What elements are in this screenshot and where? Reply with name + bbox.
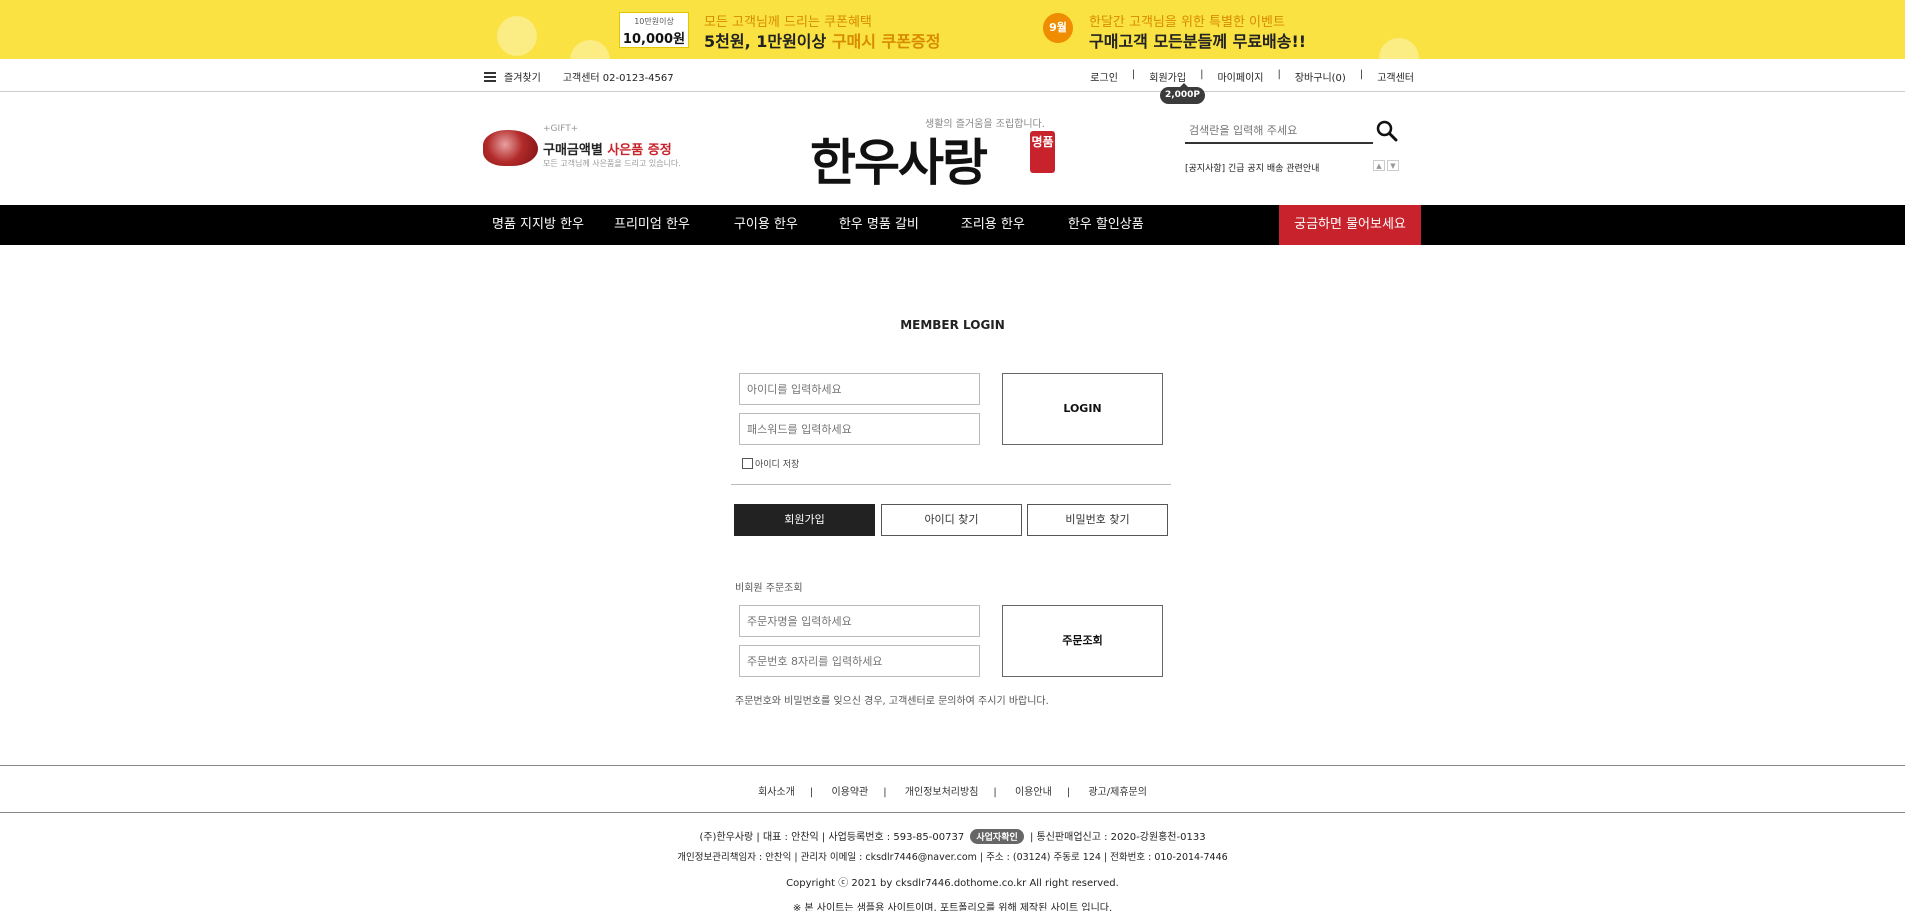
footer-link-about[interactable]: 회사소개 — [758, 787, 795, 798]
footer-link-terms[interactable]: 이용약관 — [831, 787, 868, 798]
nav-ask-button[interactable]: 궁금하면 물어보세요 — [1279, 205, 1421, 245]
id-input[interactable] — [739, 373, 980, 405]
nav-item-jijibang[interactable]: 명품 지지방 한우 — [492, 205, 584, 245]
save-id-option[interactable]: 아이디 저장 — [742, 457, 799, 470]
nav-item-cooking[interactable]: 조리용 한우 — [961, 205, 1025, 245]
promo1-title-main: 5천원, 1만원이상 — [704, 32, 832, 51]
utility-links: 로그인 | 회원가입 | 마이페이지 | 장바구니(0) | 고객센터 — [1090, 69, 1414, 84]
decor-circle — [497, 16, 537, 56]
cart-link[interactable]: 장바구니(0) — [1295, 69, 1346, 84]
bookmark-link[interactable]: 즐겨찾기 — [504, 69, 541, 84]
coupon-amount: 10,000원 — [622, 32, 686, 47]
order-number-input[interactable] — [739, 645, 980, 677]
decor-circle — [1379, 38, 1419, 59]
site-logo[interactable]: 생활의 즐거움을 조립합니다. 한우사랑 명품 — [810, 113, 1060, 192]
disclaimer: ※ 본 사이트는 샘플용 사이트이며, 포트폴리오를 위해 제작된 사이트 입니… — [792, 903, 1113, 911]
login-link[interactable]: 로그인 — [1090, 69, 1118, 84]
notice-arrows: ▲ ▼ — [1373, 160, 1399, 171]
separator: | — [1359, 69, 1364, 80]
decor-circle — [570, 40, 610, 59]
find-id-button[interactable]: 아이디 찾기 — [881, 504, 1022, 536]
separator: | — [1066, 787, 1071, 798]
gift-title-highlight: 사은품 증정 — [607, 143, 672, 158]
guest-order-note: 주문번호와 비밀번호를 잊으신 경우, 고객센터로 문의하여 주시기 바랍니다. — [735, 696, 1049, 707]
nav-item-galbi[interactable]: 한우 명품 갈비 — [839, 205, 919, 245]
search-box — [1185, 118, 1400, 146]
cs-link[interactable]: 고객센터 — [1377, 69, 1414, 84]
page: 10만원이상 10,000원 모든 고객님께 드리는 쿠폰혜택 5천원, 1만원… — [0, 0, 1905, 911]
separator: | — [883, 787, 887, 798]
cs-phone: 고객센터 02-0123-4567 — [562, 73, 674, 84]
search-icon[interactable] — [1376, 120, 1398, 142]
notice-up-icon[interactable]: ▲ — [1373, 160, 1385, 171]
separator: | — [1131, 69, 1136, 80]
beef-image — [483, 130, 538, 166]
company-info-line: (주)한우사랑 | 대표 : 안찬익 | 사업등록번호 : 593-85-007… — [0, 828, 1905, 844]
nav-items: 명품 지지방 한우 프리미엄 한우 구이용 한우 한우 명품 갈비 조리용 한우… — [492, 205, 1144, 245]
notice-ticker[interactable]: [공지사항] 긴급 공지 배송 관련안내 — [1185, 161, 1319, 174]
notice-down-icon[interactable]: ▼ — [1387, 160, 1399, 171]
separator: | — [993, 787, 997, 798]
join-button[interactable]: 회원가입 — [734, 504, 875, 536]
month-badge: 9월 — [1043, 13, 1073, 43]
nav-item-grill[interactable]: 구이용 한우 — [734, 205, 798, 245]
separator: | — [809, 787, 814, 798]
login-button[interactable]: LOGIN — [1002, 373, 1163, 445]
footer-links: 회사소개 | 이용약관 | 개인정보처리방침 | 이용안내 | 광고/제휴문의 — [0, 783, 1905, 798]
top-promo-banner[interactable]: 10만원이상 10,000원 모든 고객님께 드리는 쿠폰혜택 5천원, 1만원… — [0, 0, 1905, 59]
join-point-badge: 2,000P — [1160, 83, 1205, 104]
guest-order-title: 비회원 주문조회 — [735, 583, 803, 594]
promo2-title: 구매고객 모든분들께 무료배송!! — [1089, 32, 1307, 51]
copyright: Copyright ⓒ 2021 by cksdlr7446.dothome.c… — [786, 878, 1119, 889]
gift-title-main: 구매금액별 — [543, 143, 608, 158]
save-id-checkbox[interactable] — [742, 458, 753, 469]
biz-verify-button[interactable]: 사업자확인 — [970, 829, 1024, 844]
search-input[interactable] — [1185, 118, 1373, 144]
utility-bar: 즐겨찾기 고객센터 02-0123-4567 로그인 | 회원가입 | 마이페이지 |… — [0, 59, 1905, 92]
promo1-title: 5천원, 1만원이상 구매시 쿠폰증정 — [704, 28, 940, 52]
order-lookup-button[interactable]: 주문조회 — [1002, 605, 1163, 677]
mypage-link[interactable]: 마이페이지 — [1217, 69, 1263, 84]
company-info-registration: | 통신판매업신고 : 2020-강원홍천-0133 — [1029, 832, 1206, 843]
footer-nav: 회사소개 | 이용약관 | 개인정보처리방침 | 이용안내 | 광고/제휴문의 — [0, 765, 1905, 813]
company-info-main: (주)한우사랑 | 대표 : 안찬익 | 사업등록번호 : 593-85-007… — [699, 832, 965, 843]
menu-icon[interactable] — [484, 71, 496, 82]
join-link[interactable]: 회원가입 — [1149, 69, 1186, 84]
nav-item-sale[interactable]: 한우 할인상품 — [1068, 205, 1144, 245]
footer-link-privacy[interactable]: 개인정보처리방침 — [905, 787, 979, 798]
promo1-title-highlight: 구매시 쿠폰증정 — [831, 32, 941, 51]
divider — [731, 484, 1171, 485]
orderer-name-input[interactable] — [739, 605, 980, 637]
logo-seal: 명품 — [1030, 131, 1055, 173]
gift-subtext: 모든 고객님께 사은품을 드리고 있습니다. — [543, 159, 681, 168]
logo-text: 한우사랑 — [810, 133, 988, 192]
company-contact-line: 개인정보관리책임자 : 안찬익 | 관리자 이메일 : cksdlr7446@n… — [677, 852, 1228, 863]
footer-link-guide[interactable]: 이용안내 — [1015, 787, 1052, 798]
separator: | — [1277, 69, 1281, 80]
footer-link-ads[interactable]: 광고/제휴문의 — [1088, 787, 1147, 798]
page-title: MEMBER LOGIN — [900, 318, 1005, 332]
nav-item-premium[interactable]: 프리미엄 한우 — [614, 205, 690, 245]
utility-left: 즐겨찾기 고객센터 02-0123-4567 — [484, 69, 674, 84]
gift-tag: +GIFT+ — [543, 124, 579, 134]
gift-title: 구매금액별 사은품 증정 — [543, 139, 672, 158]
separator: | — [1200, 69, 1204, 80]
main-nav: 명품 지지방 한우 프리미엄 한우 구이용 한우 한우 명품 갈비 조리용 한우… — [0, 205, 1905, 245]
password-input[interactable] — [739, 413, 980, 445]
find-password-button[interactable]: 비밀번호 찾기 — [1027, 504, 1168, 536]
save-id-label: 아이디 저장 — [755, 460, 800, 470]
coupon-condition: 10만원이상 — [634, 17, 674, 26]
gift-promo[interactable]: +GIFT+ 구매금액별 사은품 증정 모든 고객님께 사은품을 드리고 있습니… — [483, 122, 683, 172]
coupon-ticket: 10만원이상 10,000원 — [619, 12, 689, 48]
